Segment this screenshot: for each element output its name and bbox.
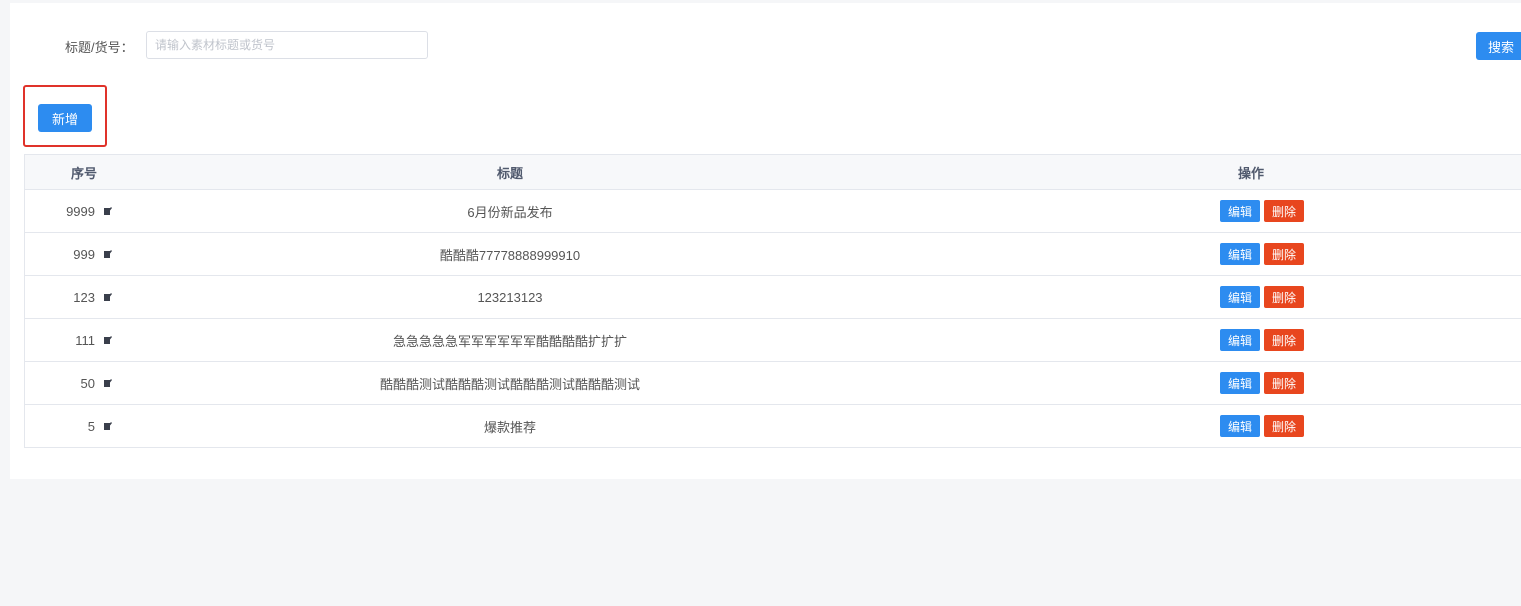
- seq-cell: 5: [25, 419, 141, 434]
- title-cell: 爆款推荐: [483, 419, 536, 435]
- seq-cell: 50: [25, 376, 141, 391]
- delete-button[interactable]: 删除: [1264, 329, 1304, 351]
- seq-cell: 123: [25, 290, 141, 305]
- seq-value: 9999: [66, 203, 95, 219]
- title-cell: 酷酷酷77778888999910: [439, 247, 581, 263]
- seq-value: 111: [75, 332, 95, 348]
- search-button[interactable]: 搜索: [1476, 32, 1521, 60]
- table-row: 999 酷酷酷77778888999910 编辑 删除: [25, 233, 1521, 276]
- title-cell: 123213123: [477, 289, 543, 305]
- title-cell: 酷酷酷测试酷酷酷测试酷酷酷测试酷酷酷测试: [379, 376, 640, 392]
- seq-value: 123: [73, 289, 95, 305]
- table-row: 123 123213123 编辑 删除: [25, 276, 1521, 319]
- pencil-edit-icon[interactable]: [104, 422, 112, 430]
- pencil-edit-icon[interactable]: [104, 250, 112, 258]
- seq-cell: 999: [25, 247, 141, 262]
- edit-button[interactable]: 编辑: [1220, 329, 1260, 351]
- seq-cell: 9999: [25, 204, 141, 219]
- action-cell: 编辑 删除: [879, 200, 1521, 222]
- delete-button[interactable]: 删除: [1264, 372, 1304, 394]
- edit-button[interactable]: 编辑: [1220, 372, 1260, 394]
- table-row: 50 酷酷酷测试酷酷酷测试酷酷酷测试酷酷酷测试 编辑 删除: [25, 362, 1521, 405]
- delete-button[interactable]: 删除: [1264, 243, 1304, 265]
- header-seq: 序号: [71, 165, 98, 181]
- delete-button[interactable]: 删除: [1264, 286, 1304, 308]
- pencil-edit-icon[interactable]: [104, 293, 112, 301]
- seq-value: 50: [80, 375, 95, 391]
- table-row: 5 爆款推荐 编辑 删除: [25, 405, 1521, 447]
- add-button[interactable]: 新增: [38, 104, 92, 132]
- action-cell: 编辑 删除: [879, 372, 1521, 394]
- action-cell: 编辑 删除: [879, 329, 1521, 351]
- header-title: 标题: [496, 165, 523, 181]
- edit-button[interactable]: 编辑: [1220, 200, 1260, 222]
- pencil-edit-icon[interactable]: [104, 207, 112, 215]
- edit-button[interactable]: 编辑: [1220, 286, 1260, 308]
- seq-value: 5: [87, 418, 95, 434]
- edit-button[interactable]: 编辑: [1220, 243, 1260, 265]
- data-table: 序号 标题 操作 9999 6月份新品发布 编辑 删除 999 酷酷酷77778…: [24, 154, 1521, 448]
- pencil-edit-icon[interactable]: [104, 379, 112, 387]
- pencil-edit-icon[interactable]: [104, 336, 112, 344]
- seq-value: 999: [73, 246, 95, 262]
- title-cell: 6月份新品发布: [467, 204, 553, 220]
- search-label: 标题/货号：: [65, 40, 134, 55]
- seq-cell: 111: [25, 333, 141, 348]
- main-panel: 标题/货号： 搜索 新增 序号 标题 操作 9999 6月份新品发布 编辑 删除…: [10, 3, 1521, 479]
- action-cell: 编辑 删除: [879, 415, 1521, 437]
- delete-button[interactable]: 删除: [1264, 200, 1304, 222]
- table-row: 9999 6月份新品发布 编辑 删除: [25, 190, 1521, 233]
- title-cell: 急急急急急军军军军军军酷酷酷酷扩扩扩: [392, 333, 627, 349]
- header-action: 操作: [1238, 165, 1265, 181]
- delete-button[interactable]: 删除: [1264, 415, 1304, 437]
- table-header: 序号 标题 操作: [25, 155, 1521, 190]
- table-row: 111 急急急急急军军军军军军酷酷酷酷扩扩扩 编辑 删除: [25, 319, 1521, 362]
- action-cell: 编辑 删除: [879, 286, 1521, 308]
- search-input[interactable]: [146, 31, 428, 59]
- action-cell: 编辑 删除: [879, 243, 1521, 265]
- edit-button[interactable]: 编辑: [1220, 415, 1260, 437]
